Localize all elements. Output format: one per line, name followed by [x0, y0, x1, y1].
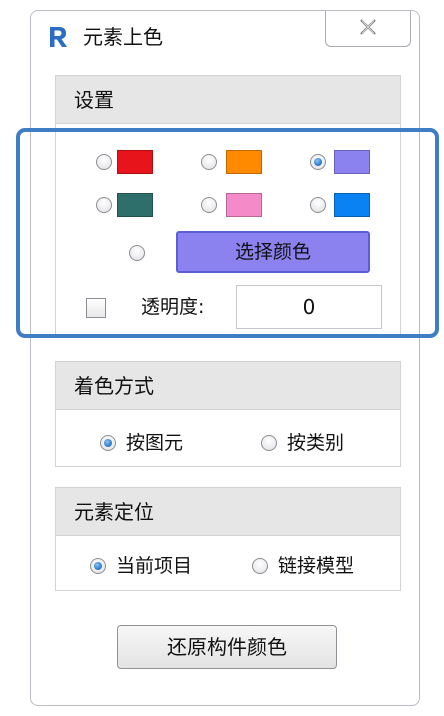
coloring-mode-panel: 着色方式 按图元 按类别: [55, 361, 401, 467]
linked-model-radio[interactable]: [252, 558, 268, 574]
element-location-panel: 元素定位 当前项目 链接模型: [55, 487, 401, 591]
element-location-header: 元素定位: [56, 488, 400, 536]
current-project-radio[interactable]: [90, 558, 106, 574]
close-icon: [359, 18, 377, 39]
window-title: 元素上色: [83, 25, 163, 49]
color-radio-blue[interactable]: [310, 197, 326, 213]
by-category-radio[interactable]: [261, 435, 277, 451]
teal-swatch[interactable]: [117, 193, 153, 217]
pink-swatch[interactable]: [226, 193, 262, 217]
lavender-swatch[interactable]: [334, 150, 370, 174]
by-element-radio[interactable]: [100, 435, 116, 451]
settings-header: 设置: [56, 76, 400, 124]
current-project-label[interactable]: 当前项目: [116, 553, 192, 579]
close-button[interactable]: [325, 11, 411, 47]
restore-color-button[interactable]: 还原构件颜色: [117, 625, 337, 669]
settings-panel: 设置 选择颜色 透明度: 0: [55, 75, 401, 337]
orange-swatch[interactable]: [226, 150, 262, 174]
element-coloring-dialog: 元素上色 设置 选择颜色 透明度: 0 着色方式 按图元 按类别 元素定位 当前…: [30, 10, 420, 706]
opacity-input[interactable]: 0: [236, 285, 382, 329]
color-radio-pink[interactable]: [201, 197, 217, 213]
blue-swatch[interactable]: [334, 193, 370, 217]
color-radio-teal[interactable]: [96, 197, 112, 213]
linked-model-label[interactable]: 链接模型: [278, 553, 354, 579]
opacity-checkbox[interactable]: [86, 298, 106, 318]
color-radio-lavender[interactable]: [310, 154, 326, 170]
by-category-label[interactable]: 按类别: [287, 430, 344, 456]
red-swatch[interactable]: [117, 150, 153, 174]
opacity-label: 透明度:: [141, 296, 205, 318]
color-radio-custom[interactable]: [129, 245, 145, 261]
choose-color-button[interactable]: 选择颜色: [176, 231, 370, 273]
color-radio-red[interactable]: [96, 154, 112, 170]
coloring-mode-header: 着色方式: [56, 362, 400, 410]
by-element-label[interactable]: 按图元: [126, 430, 183, 456]
color-radio-orange[interactable]: [201, 154, 217, 170]
revit-r-icon: [47, 25, 69, 49]
title-bar: 元素上色: [31, 11, 419, 61]
